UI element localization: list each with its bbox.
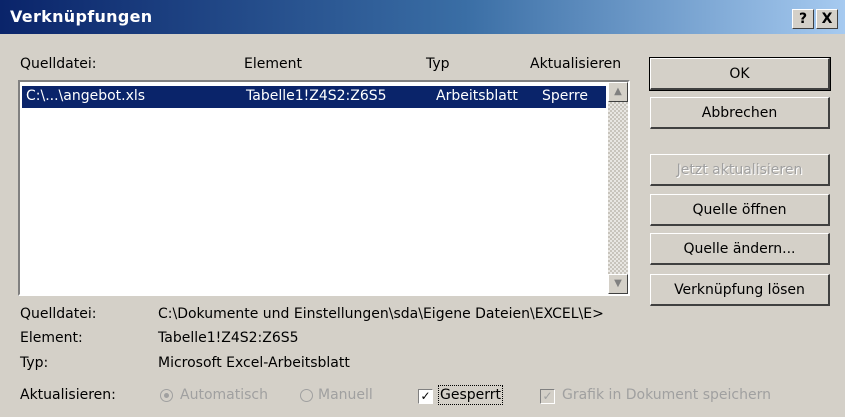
automatic-label: Automatisch [180, 387, 268, 403]
manual-radio[interactable] [300, 389, 313, 402]
detail-type-label: Typ: [20, 355, 49, 371]
automatic-radio[interactable] [160, 389, 173, 402]
locked-checkbox[interactable]: ✓ [418, 389, 433, 404]
help-button[interactable]: ? [792, 9, 814, 29]
close-button[interactable]: X [816, 9, 838, 29]
cell-element: Tabelle1!Z4S2:Z6S5 [246, 88, 387, 104]
detail-source-value: C:\Dokumente und Einstellungen\sda\Eigen… [158, 306, 604, 322]
title-bar: Verknüpfungen ? X [0, 0, 845, 34]
locked-label[interactable]: Gesperrt [437, 385, 504, 405]
header-element: Element [244, 56, 302, 72]
window-title: Verknüpfungen [10, 7, 153, 26]
links-listbox[interactable]: C:\...\angebot.xls Tabelle1!Z4S2:Z6S5 Ar… [18, 80, 630, 296]
detail-update-label: Aktualisieren: [20, 387, 116, 403]
break-link-button[interactable]: Verknüpfung lösen [650, 274, 830, 306]
open-source-button[interactable]: Quelle öffnen [650, 194, 830, 226]
list-item[interactable]: C:\...\angebot.xls Tabelle1!Z4S2:Z6S5 Ar… [22, 86, 606, 108]
cancel-button[interactable]: Abbrechen [650, 97, 830, 129]
vertical-scrollbar[interactable]: ▲ ▼ [608, 82, 628, 294]
scroll-down-icon[interactable]: ▼ [608, 274, 628, 294]
header-update: Aktualisieren [530, 56, 622, 72]
detail-element-value: Tabelle1!Z4S2:Z6S5 [158, 330, 299, 346]
change-source-button[interactable]: Quelle ändern... [650, 233, 830, 265]
update-now-button[interactable]: Jetzt aktualisieren [650, 154, 830, 186]
cell-source: C:\...\angebot.xls [26, 88, 146, 104]
save-picture-label: Grafik in Dokument speichern [562, 387, 771, 403]
cell-update: Sperre [542, 88, 588, 104]
header-type: Typ [426, 56, 450, 72]
detail-element-label: Element: [20, 330, 83, 346]
manual-label: Manuell [318, 387, 373, 403]
save-picture-checkbox[interactable]: ✓ [540, 389, 555, 404]
detail-type-value: Microsoft Excel-Arbeitsblatt [158, 355, 350, 371]
header-source: Quelldatei: [20, 56, 97, 72]
ok-button[interactable]: OK [649, 57, 831, 91]
cell-type: Arbeitsblatt [436, 88, 518, 104]
scroll-up-icon[interactable]: ▲ [608, 82, 628, 102]
detail-source-label: Quelldatei: [20, 306, 97, 322]
